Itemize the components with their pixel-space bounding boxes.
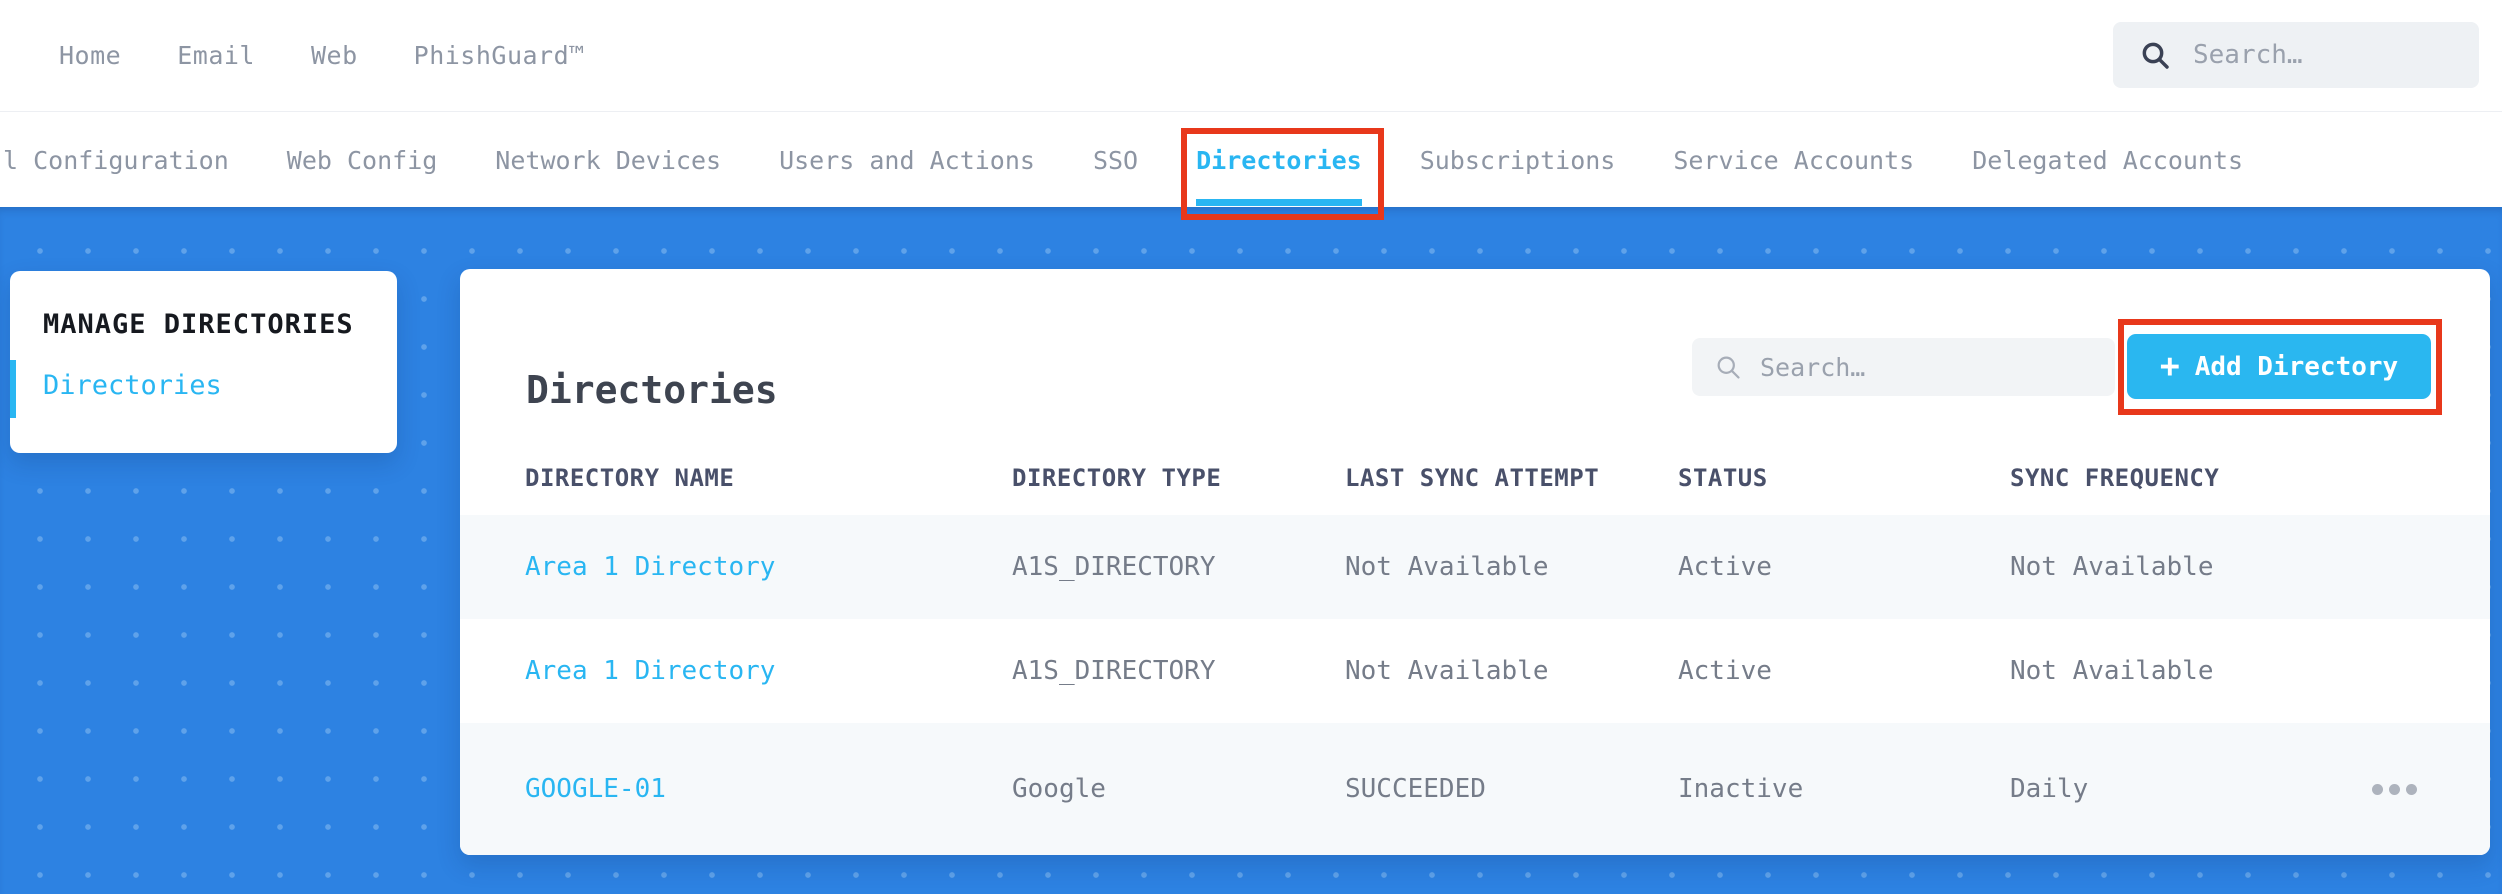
settings-tab-bar: l Configuration Web Config Network Devic…	[0, 113, 2502, 220]
directory-name-link[interactable]: Area 1 Directory	[525, 656, 775, 686]
tab-users-and-actions[interactable]: Users and Actions	[779, 146, 1035, 175]
page-title: Directories	[526, 368, 778, 413]
status-cell: Active	[1678, 656, 1772, 686]
column-header-sync-frequency: SYNC FREQUENCY	[2010, 463, 2220, 492]
directory-name-link[interactable]: Area 1 Directory	[525, 552, 775, 582]
sidebar-heading: MANAGE DIRECTORIES	[43, 309, 354, 340]
add-directory-button[interactable]: + Add Directory	[2127, 334, 2431, 399]
directories-search[interactable]	[1692, 338, 2115, 396]
directory-type-cell: A1S_DIRECTORY	[1012, 552, 1216, 582]
directories-panel: Directories + Add Directory DIRECTORY NA…	[460, 269, 2490, 855]
column-header-last-sync-attempt: LAST SYNC ATTEMPT	[1345, 463, 1600, 492]
tab-web-config[interactable]: Web Config	[287, 146, 438, 175]
plus-icon: +	[2159, 345, 2180, 385]
table-header-row: DIRECTORY NAME DIRECTORY TYPE LAST SYNC …	[460, 440, 2490, 515]
top-nav-links: Home Email Web PhishGuard™	[59, 41, 585, 70]
tab-service-accounts[interactable]: Service Accounts	[1673, 146, 1914, 175]
table-row: GOOGLE-01 Google SUCCEEDED Inactive Dail…	[460, 723, 2490, 855]
tab-email-configuration[interactable]: l Configuration	[3, 146, 229, 175]
top-nav: Home Email Web PhishGuard™	[0, 0, 2502, 112]
phishguard-admin-screen: Home Email Web PhishGuard™ l Configurati…	[0, 0, 2502, 894]
column-header-directory-name: DIRECTORY NAME	[525, 463, 735, 492]
global-search-input[interactable]	[2191, 39, 2459, 71]
tab-sso[interactable]: SSO	[1093, 146, 1138, 175]
directory-type-cell: A1S_DIRECTORY	[1012, 656, 1216, 686]
tab-subscriptions[interactable]: Subscriptions	[1420, 146, 1616, 175]
table-row: Area 1 Directory A1S_DIRECTORY Not Avail…	[460, 515, 2490, 619]
last-sync-cell: SUCCEEDED	[1345, 774, 1486, 804]
directory-type-cell: Google	[1012, 774, 1106, 804]
directories-table: DIRECTORY NAME DIRECTORY TYPE LAST SYNC …	[460, 440, 2490, 855]
search-icon	[1717, 356, 1740, 379]
top-nav-item-phishguard[interactable]: PhishGuard™	[414, 41, 585, 70]
tab-delegated-accounts[interactable]: Delegated Accounts	[1972, 146, 2243, 175]
top-nav-item-home[interactable]: Home	[59, 41, 121, 70]
tab-directories[interactable]: Directories	[1181, 127, 1384, 220]
directory-name-link[interactable]: GOOGLE-01	[525, 774, 666, 804]
sync-frequency-cell: Not Available	[2010, 656, 2214, 686]
tab-directories-label: Directories	[1196, 145, 1362, 175]
last-sync-cell: Not Available	[1345, 552, 1549, 582]
top-nav-item-email[interactable]: Email	[177, 41, 255, 70]
table-row: Area 1 Directory A1S_DIRECTORY Not Avail…	[460, 619, 2490, 723]
ellipsis-menu-icon[interactable]	[2368, 776, 2421, 803]
active-tab-underline	[1196, 198, 1362, 206]
sync-frequency-cell: Not Available	[2010, 552, 2214, 582]
sidebar-item-directories[interactable]: Directories	[10, 360, 222, 418]
global-search[interactable]	[2113, 22, 2479, 88]
status-cell: Inactive	[1678, 774, 1804, 804]
status-cell: Active	[1678, 552, 1772, 582]
directories-search-input[interactable]	[1758, 351, 2097, 383]
sync-frequency-cell: Daily	[2010, 774, 2089, 804]
add-directory-button-label: Add Directory	[2194, 351, 2399, 382]
last-sync-cell: Not Available	[1345, 656, 1549, 686]
search-icon	[2142, 42, 2169, 69]
active-item-bar	[10, 360, 16, 418]
tab-network-devices[interactable]: Network Devices	[495, 146, 721, 175]
sidebar-item-label: Directories	[43, 370, 222, 401]
workspace-background: MANAGE DIRECTORIES Directories Directori…	[0, 207, 2502, 894]
manage-directories-card: MANAGE DIRECTORIES Directories	[10, 271, 397, 453]
top-nav-item-web[interactable]: Web	[311, 41, 358, 70]
column-header-directory-type: DIRECTORY TYPE	[1012, 463, 1222, 492]
column-header-status: STATUS	[1678, 463, 1768, 492]
